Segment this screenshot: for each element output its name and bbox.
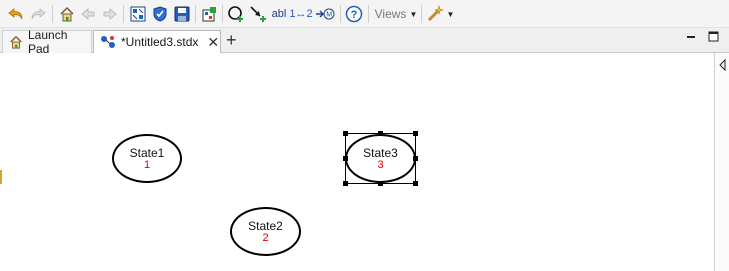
toolbar-separator <box>123 5 124 23</box>
text-tool-icon[interactable]: abl <box>270 4 288 24</box>
tab-label: *Untitled3.stdx <box>121 35 199 49</box>
chevron-down-icon: ▼ <box>446 9 455 19</box>
collapse-panel-icon[interactable] <box>718 58 727 74</box>
views-menu[interactable]: Views ▼ <box>374 4 418 24</box>
svg-text:?: ? <box>351 9 358 21</box>
redo-icon[interactable] <box>28 4 48 24</box>
left-edge-marker <box>0 170 2 184</box>
main-toolbar: abl 1↔2 M ? Views ▼ ▼ <box>0 0 729 28</box>
resize-handle[interactable] <box>343 156 348 161</box>
tab-untitled3[interactable]: *Untitled3.stdx ✕ <box>93 30 221 54</box>
resize-handle[interactable] <box>413 131 418 136</box>
chevron-down-icon: ▼ <box>409 9 418 19</box>
side-panel-strip <box>714 53 729 271</box>
resize-handle[interactable] <box>378 131 383 136</box>
svg-text:M: M <box>326 12 332 19</box>
back-icon[interactable] <box>78 4 98 24</box>
order-icon[interactable]: M <box>314 4 336 24</box>
toolbar-separator <box>195 5 196 23</box>
tab-label: Launch Pad <box>28 28 68 56</box>
selection-box <box>345 133 416 184</box>
wand-menu[interactable]: ▼ <box>426 4 454 24</box>
close-icon[interactable]: ✕ <box>207 34 219 51</box>
number-tool-label: 1↔2 <box>289 8 313 20</box>
state-number: 1 <box>143 158 151 171</box>
state-node[interactable]: State2 2 <box>230 207 301 256</box>
new-tab-button[interactable]: + <box>226 30 237 50</box>
wand-icon <box>426 5 444 23</box>
resize-handle[interactable] <box>413 181 418 186</box>
diagram-icon <box>100 35 116 49</box>
tab-launch-pad[interactable]: Launch Pad <box>2 28 92 56</box>
grid-icon[interactable] <box>128 4 148 24</box>
add-transition-icon[interactable] <box>248 4 268 24</box>
home-icon[interactable] <box>57 4 77 24</box>
state-name: State2 <box>248 218 283 233</box>
text-tool-label: abl <box>271 8 287 20</box>
forward-icon[interactable] <box>100 4 120 24</box>
home-icon <box>9 35 23 49</box>
layout-icon[interactable] <box>199 4 219 24</box>
state-number: 2 <box>262 231 269 244</box>
number-tool-icon[interactable]: 1↔2 <box>289 4 313 24</box>
save-icon[interactable] <box>172 4 192 24</box>
add-state-icon[interactable] <box>226 4 246 24</box>
toolbar-separator <box>421 5 422 23</box>
editor-tab-bar: Launch Pad *Untitled3.stdx ✕ <box>0 28 729 56</box>
toolbar-separator <box>368 5 369 23</box>
state-name: State1 <box>129 145 165 160</box>
undo-icon[interactable] <box>6 4 26 24</box>
resize-handle[interactable] <box>413 156 418 161</box>
state-node[interactable]: State1 1 <box>112 134 182 183</box>
minimize-icon[interactable] <box>686 31 696 45</box>
resize-handle[interactable] <box>343 131 348 136</box>
shield-icon[interactable] <box>150 4 170 24</box>
resize-handle[interactable] <box>378 181 383 186</box>
toolbar-separator <box>340 5 341 23</box>
resize-handle[interactable] <box>343 181 348 186</box>
toolbar-separator <box>222 5 223 23</box>
views-label: Views <box>374 7 407 21</box>
toolbar-separator <box>52 5 53 23</box>
help-icon[interactable]: ? <box>344 4 364 24</box>
maximize-icon[interactable] <box>708 31 719 45</box>
